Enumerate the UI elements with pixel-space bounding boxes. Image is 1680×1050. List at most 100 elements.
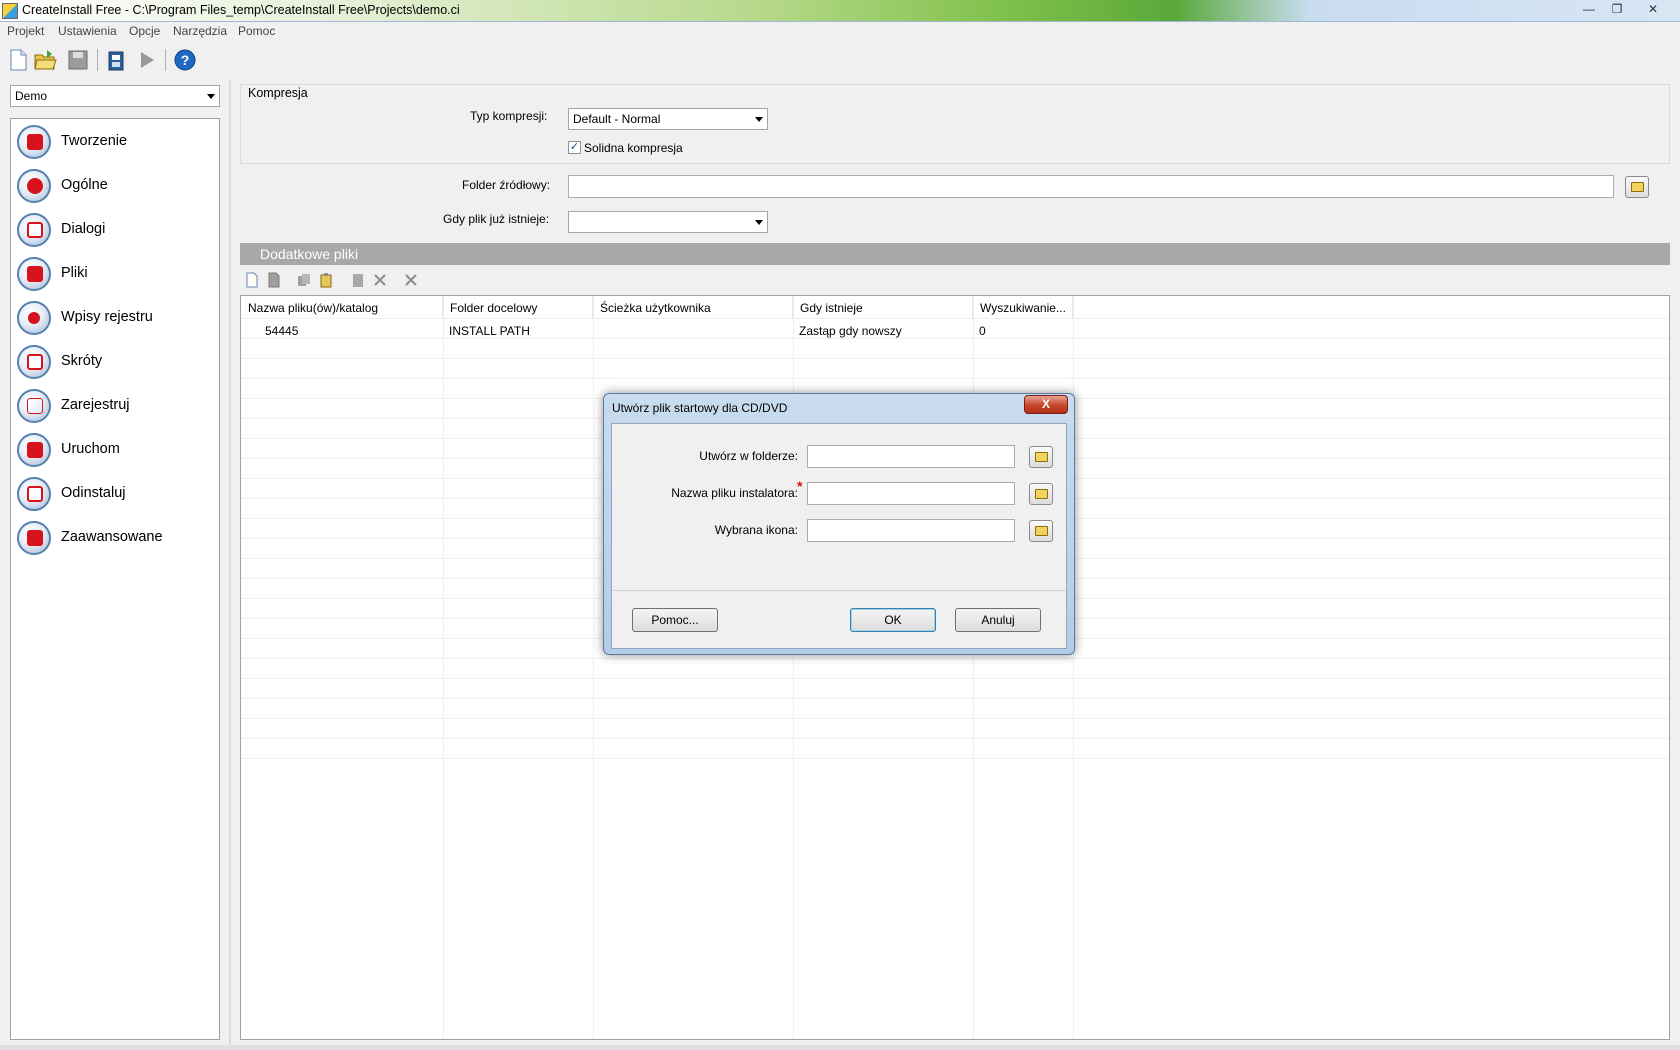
nav-item-tworzenie[interactable]: Tworzenie bbox=[15, 121, 215, 161]
browse-source-folder-button[interactable] bbox=[1625, 176, 1649, 198]
folder-icon bbox=[1035, 489, 1048, 499]
open-folder-icon[interactable] bbox=[33, 48, 57, 72]
nav-item-label: Tworzenie bbox=[61, 133, 128, 149]
menu-pomoc[interactable]: Pomoc bbox=[238, 24, 275, 38]
ok-button[interactable]: OK bbox=[850, 608, 936, 632]
table-cell: Zastąp gdy nowszy bbox=[799, 324, 902, 338]
nav-item-label: Zarejestruj bbox=[61, 397, 130, 413]
advanced-icon bbox=[17, 521, 51, 555]
delete-all-icon[interactable] bbox=[403, 272, 419, 288]
column-header-target-folder[interactable]: Folder docelowy bbox=[443, 296, 593, 318]
nav-item-pliki[interactable]: Pliki bbox=[15, 253, 215, 293]
nav-item-skroty[interactable]: Skróty bbox=[15, 341, 215, 381]
compression-group bbox=[240, 84, 1670, 164]
column-header-if-exists[interactable]: Gdy istnieje bbox=[793, 296, 973, 318]
source-folder-label: Folder źródłowy: bbox=[462, 178, 551, 192]
chevron-down-icon bbox=[755, 220, 763, 225]
compression-type-label: Typ kompresji: bbox=[470, 109, 548, 123]
create-in-folder-label: Utwórz w folderze: bbox=[699, 449, 798, 463]
nav-item-label: Odinstaluj bbox=[61, 485, 126, 501]
project-select-value: Demo bbox=[15, 89, 48, 103]
project-select[interactable]: Demo bbox=[10, 85, 220, 107]
dialog-title: Utwórz plik startowy dla CD/DVD bbox=[612, 401, 788, 415]
menu-opcje[interactable]: Opcje bbox=[129, 24, 160, 38]
dialog-body: Utwórz w folderze: Nazwa pliku instalato… bbox=[611, 423, 1067, 649]
nav-item-label: Uruchom bbox=[61, 441, 120, 457]
navigation-panel: Tworzenie Ogólne Dialogi Pliki Wpisy rej… bbox=[10, 118, 220, 1040]
column-header-user-path[interactable]: Ścieżka użytkownika bbox=[593, 296, 793, 318]
restore-button[interactable]: ❐ bbox=[1604, 0, 1630, 18]
shapes-icon bbox=[17, 169, 51, 203]
toolbar-separator bbox=[97, 49, 98, 71]
nav-item-ogolne[interactable]: Ogólne bbox=[15, 165, 215, 205]
create-in-folder-field[interactable] bbox=[807, 445, 1015, 468]
title-bar: CreateInstall Free - C:\Program Files_te… bbox=[0, 0, 1680, 22]
nav-item-odinstaluj[interactable]: Odinstaluj bbox=[15, 473, 215, 513]
browse-create-folder-button[interactable] bbox=[1029, 446, 1053, 468]
nav-item-label: Pliki bbox=[61, 265, 88, 281]
nav-item-zaawansowane[interactable]: Zaawansowane bbox=[15, 517, 215, 557]
nav-item-uruchom[interactable]: Uruchom bbox=[15, 429, 215, 469]
chevron-down-icon bbox=[207, 94, 215, 99]
cancel-button[interactable]: Anuluj bbox=[955, 608, 1041, 632]
svg-text:?: ? bbox=[181, 52, 190, 68]
folder-icon bbox=[17, 257, 51, 291]
solid-compression-label: Solidna kompresja bbox=[584, 141, 683, 155]
nav-item-label: Ogólne bbox=[61, 177, 108, 193]
registry-icon bbox=[17, 301, 51, 335]
menu-projekt[interactable]: Projekt bbox=[7, 24, 44, 38]
installer-name-label: Nazwa pliku instalatora: bbox=[671, 486, 798, 500]
selected-icon-label: Wybrana ikona: bbox=[714, 523, 798, 537]
help-icon[interactable]: ? bbox=[173, 48, 197, 72]
extra-files-header: Dodatkowe pliki bbox=[240, 243, 1670, 265]
new-file-icon[interactable] bbox=[6, 48, 30, 72]
app-icon bbox=[2, 3, 18, 19]
compression-group-title: Kompresja bbox=[248, 86, 308, 100]
compression-type-select[interactable]: Default - Normal bbox=[568, 108, 768, 130]
menu-ustawienia[interactable]: Ustawienia bbox=[58, 24, 117, 38]
close-window-button[interactable]: ✕ bbox=[1640, 0, 1666, 18]
cd-autorun-dialog: Utwórz plik startowy dla CD/DVD X Utwórz… bbox=[603, 393, 1075, 655]
browse-icon-button[interactable] bbox=[1029, 520, 1053, 542]
save-icon[interactable] bbox=[66, 48, 90, 72]
chevron-down-icon bbox=[755, 117, 763, 122]
menu-bar: Projekt Ustawienia Opcje Narzędzia Pomoc bbox=[0, 22, 1680, 42]
nav-item-wpisy-rejestru[interactable]: Wpisy rejestru bbox=[15, 297, 215, 337]
table-cell: INSTALL PATH bbox=[449, 324, 530, 338]
delete-icon[interactable] bbox=[372, 272, 388, 288]
copy-icon[interactable] bbox=[296, 272, 312, 288]
build-disk-icon bbox=[17, 125, 51, 159]
run-icon[interactable] bbox=[135, 48, 159, 72]
browse-installer-button[interactable] bbox=[1029, 483, 1053, 505]
nav-item-label: Dialogi bbox=[61, 221, 106, 237]
build-icon[interactable] bbox=[104, 48, 128, 72]
installer-name-field[interactable] bbox=[807, 482, 1015, 505]
required-asterisk: * bbox=[797, 478, 803, 494]
column-header-search[interactable]: Wyszukiwanie... bbox=[973, 296, 1073, 318]
panel-divider[interactable] bbox=[229, 80, 231, 1050]
table-cell: 54445 bbox=[265, 324, 299, 338]
add-folder-icon[interactable] bbox=[266, 272, 282, 288]
uninstall-icon bbox=[17, 477, 51, 511]
dialog-icon bbox=[17, 213, 51, 247]
folder-icon bbox=[1631, 182, 1644, 192]
paste-icon[interactable] bbox=[318, 272, 334, 288]
nav-item-label: Zaawansowane bbox=[61, 529, 163, 545]
solid-compression-checkbox[interactable]: ✓ bbox=[568, 141, 581, 154]
dialog-close-button[interactable]: X bbox=[1024, 395, 1068, 414]
status-bar bbox=[0, 1045, 1680, 1050]
nav-item-zarejestruj[interactable]: Zarejestruj bbox=[15, 385, 215, 425]
properties-icon[interactable] bbox=[350, 272, 366, 288]
source-folder-field[interactable] bbox=[568, 175, 1614, 198]
column-header-filename[interactable]: Nazwa pliku(ów)/katalog bbox=[241, 296, 443, 318]
register-com-font-icon bbox=[17, 389, 51, 423]
nav-item-dialogi[interactable]: Dialogi bbox=[15, 209, 215, 249]
selected-icon-field[interactable] bbox=[807, 519, 1015, 542]
help-button[interactable]: Pomoc... bbox=[632, 608, 718, 632]
menu-narzedzia[interactable]: Narzędzia bbox=[173, 24, 227, 38]
minimize-button[interactable]: — bbox=[1576, 0, 1602, 18]
add-file-icon[interactable] bbox=[244, 272, 260, 288]
folder-icon bbox=[1035, 526, 1048, 536]
window-title: CreateInstall Free - C:\Program Files_te… bbox=[22, 3, 460, 17]
file-exists-select[interactable] bbox=[568, 211, 768, 233]
